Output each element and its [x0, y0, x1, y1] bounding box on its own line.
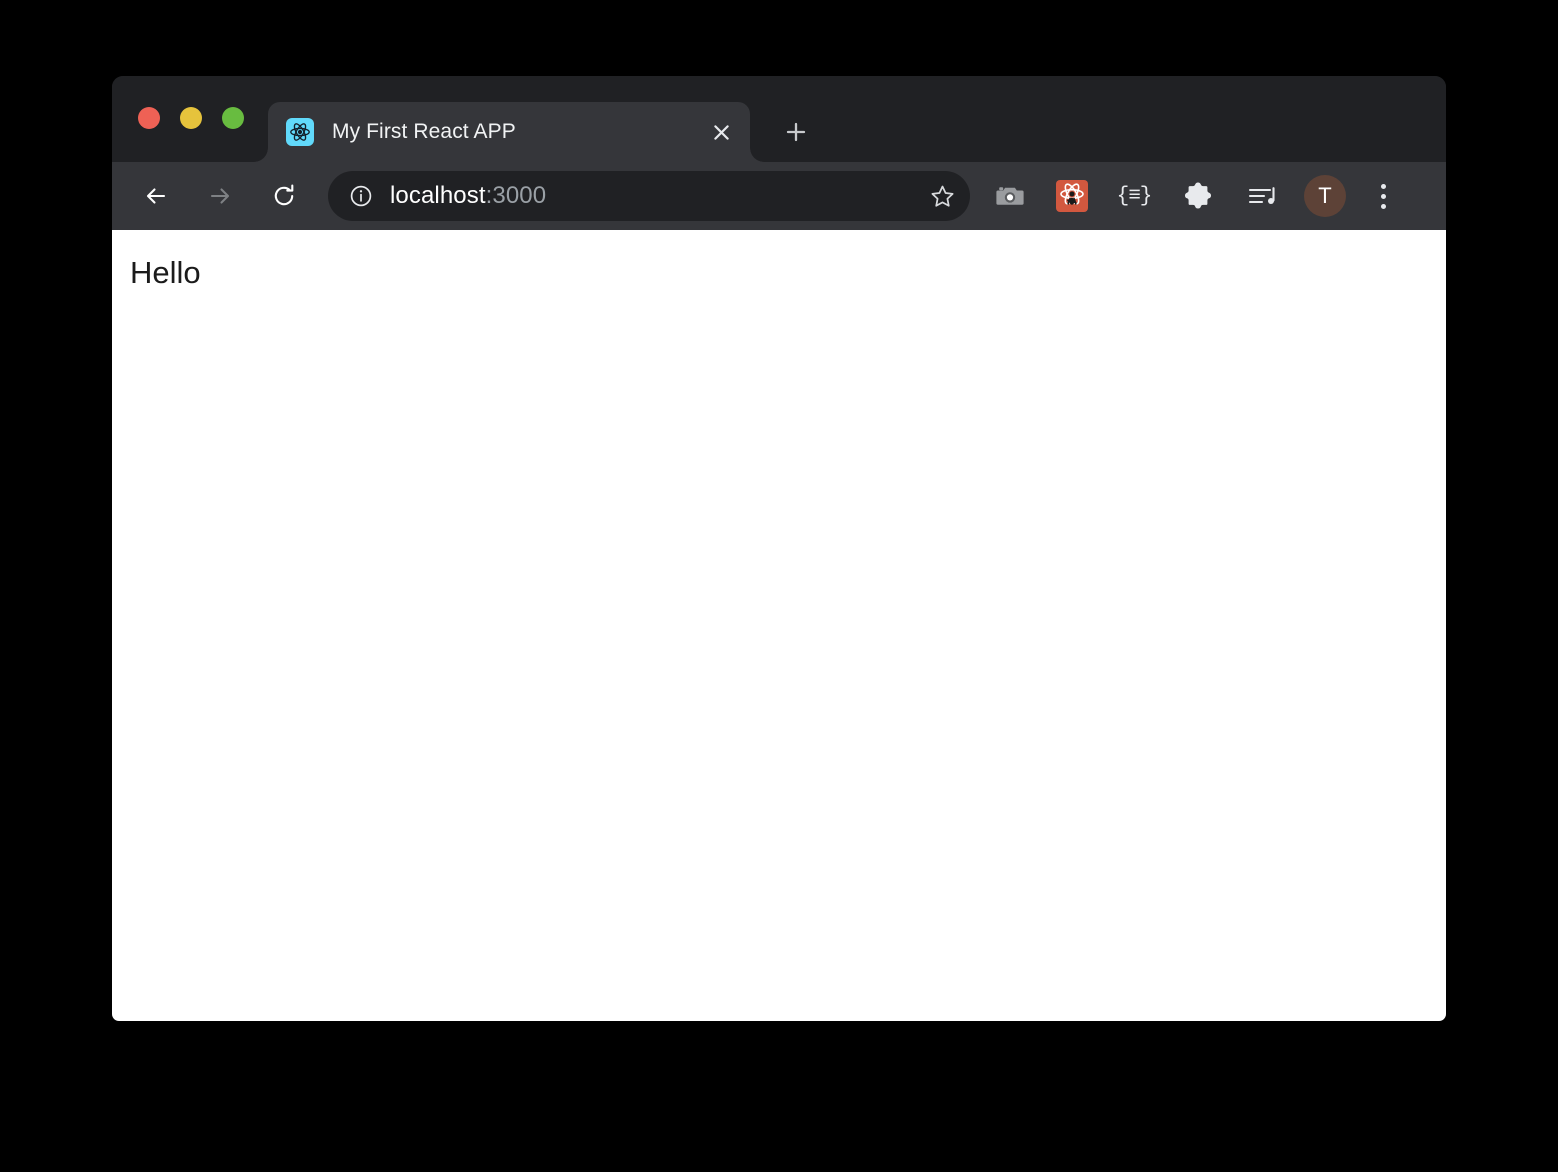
playlist-music-icon[interactable]: [1242, 176, 1282, 216]
chrome-browser-window: My First React APP localhost:3000 {≡} T …: [112, 76, 1446, 1021]
camera-icon[interactable]: [990, 176, 1030, 216]
new-tab-button[interactable]: [776, 112, 816, 152]
window-traffic-lights: [138, 107, 244, 129]
zoom-window-button[interactable]: [222, 107, 244, 129]
address-bar-url[interactable]: localhost:3000: [390, 182, 924, 210]
browser-tab-active[interactable]: My First React APP: [268, 102, 750, 162]
page-viewport: Hello: [112, 230, 1446, 1021]
menu-dot: [1380, 183, 1386, 189]
address-bar-port: :3000: [485, 182, 547, 209]
react-devtools-badge: [1056, 180, 1088, 212]
three-dots-vertical-icon[interactable]: [1364, 177, 1402, 215]
reload-icon[interactable]: [262, 174, 306, 218]
browser-toolbar: localhost:3000 {≡} T: [112, 162, 1446, 230]
arrow-left-icon[interactable]: [134, 174, 178, 218]
info-circle-icon[interactable]: [348, 183, 374, 209]
react-devtools-icon[interactable]: [1052, 176, 1092, 216]
close-icon[interactable]: [706, 117, 736, 147]
minimize-window-button[interactable]: [180, 107, 202, 129]
puzzle-piece-icon[interactable]: [1178, 176, 1218, 216]
arrow-right-icon[interactable]: [198, 174, 242, 218]
menu-dot: [1380, 203, 1386, 209]
address-bar[interactable]: localhost:3000: [328, 171, 970, 221]
avatar-initial: T: [1318, 183, 1332, 208]
page-heading: Hello: [130, 255, 201, 290]
address-bar-host: localhost: [390, 182, 486, 209]
toolbar-actions: {≡} T: [990, 175, 1402, 217]
menu-dot: [1380, 193, 1386, 199]
tab-strip: My First React APP: [112, 76, 1446, 162]
close-window-button[interactable]: [138, 107, 160, 129]
json-braces-glyph: {≡}: [1116, 184, 1153, 208]
json-braces-icon[interactable]: {≡}: [1114, 176, 1154, 216]
react-logo-icon: [286, 118, 314, 146]
star-outline-icon[interactable]: [924, 178, 960, 214]
tab-title: My First React APP: [332, 120, 516, 143]
avatar-icon[interactable]: T: [1304, 175, 1346, 217]
